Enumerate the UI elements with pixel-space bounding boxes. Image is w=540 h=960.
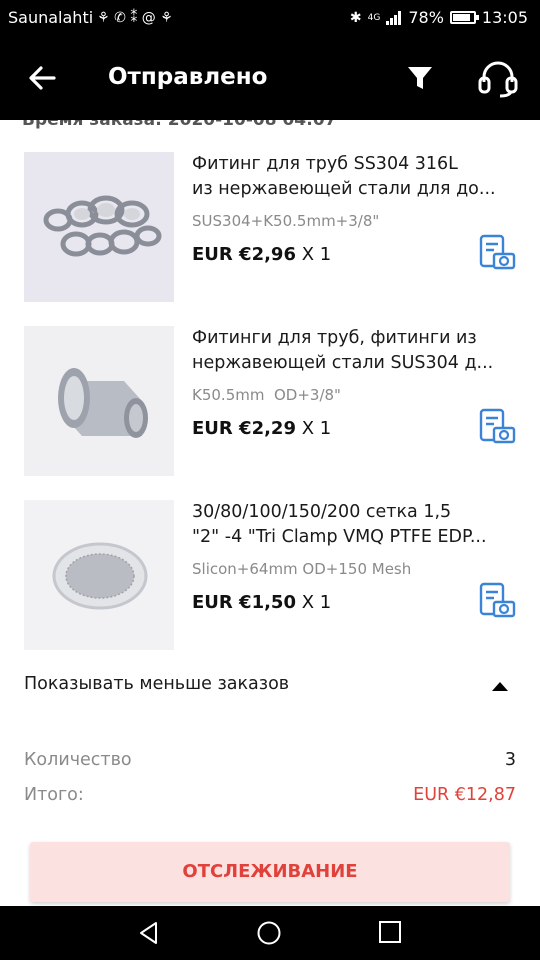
product-image[interactable]: [24, 500, 174, 650]
photo-review-icon[interactable]: [478, 234, 518, 272]
nav-back-icon[interactable]: [136, 920, 162, 946]
clock: 13:05: [481, 8, 528, 27]
nav-home-icon[interactable]: [256, 920, 282, 946]
quantity-row: Количество 3: [24, 750, 516, 770]
product-variant: SUS304+K50.5mm+3/8": [192, 212, 380, 230]
quantity-value: 3: [504, 750, 516, 770]
battery-percent: 78%: [408, 8, 444, 27]
caret-up-icon[interactable]: [492, 682, 508, 691]
filter-icon[interactable]: [406, 64, 434, 92]
network-label: 4G: [367, 12, 381, 23]
notification-icons: ⚘ ✆ ⁑ @ ⚘: [97, 9, 173, 26]
photo-review-icon[interactable]: [478, 582, 518, 620]
product-title[interactable]: Фитинги для труб, фитинги из нержавеющей…: [192, 326, 512, 376]
app-bar: Отправлено: [0, 36, 540, 120]
track-button[interactable]: ОТСЛЕЖИВАНИЕ: [30, 842, 510, 902]
item-price: EUR €2,96: [192, 244, 296, 265]
toggle-label: Показывать меньше заказов: [24, 674, 290, 694]
item-quantity: X 1: [301, 244, 332, 265]
order-item[interactable]: Фитинги для труб, фитинги из нержавеющей…: [0, 326, 540, 476]
price-line: EUR €1,50 X 1: [192, 592, 331, 613]
product-title[interactable]: 30/80/100/150/200 сетка 1,5 "2" -4 "Tri …: [192, 500, 512, 550]
battery-icon: [449, 11, 479, 24]
nav-recent-apps-icon[interactable]: [378, 920, 402, 944]
photo-review-icon[interactable]: [478, 408, 518, 446]
carrier-label: Saunalahti: [8, 8, 94, 27]
signal-icon: [386, 10, 402, 25]
product-title[interactable]: Фитинг для труб SS304 316L из нержавеюще…: [192, 152, 512, 202]
order-item[interactable]: Фитинг для труб SS304 316L из нержавеюще…: [0, 152, 540, 302]
product-variant: K50.5mm OD+3/8": [192, 386, 341, 404]
order-details: Время заказа: 2020-10-08 04:07 Фитинг дл…: [0, 120, 540, 906]
item-price: EUR €1,50: [192, 592, 296, 613]
support-headset-icon[interactable]: [476, 60, 520, 98]
status-bar: Saunalahti ⚘ ✆ ⁑ @ ⚘ ✱ 4G 78% 13:05: [0, 0, 540, 36]
total-row: Итого: EUR €12,87: [24, 785, 516, 805]
quantity-label: Количество: [24, 750, 132, 770]
order-time-cut: Время заказа: 2020-10-08 04:07: [22, 120, 337, 130]
item-quantity: X 1: [301, 592, 332, 613]
price-line: EUR €2,96 X 1: [192, 244, 331, 265]
total-value: EUR €12,87: [413, 785, 516, 805]
price-line: EUR €2,29 X 1: [192, 418, 331, 439]
item-price: EUR €2,29: [192, 418, 296, 439]
total-label: Итого:: [24, 785, 84, 805]
bluetooth-icon: ✱: [349, 9, 362, 26]
product-image[interactable]: [24, 152, 174, 302]
item-quantity: X 1: [301, 418, 332, 439]
system-nav-bar: [0, 906, 540, 960]
product-image[interactable]: [24, 326, 174, 476]
order-item[interactable]: 30/80/100/150/200 сетка 1,5 "2" -4 "Tri …: [0, 500, 540, 650]
product-variant: Slicon+64mm OD+150 Mesh: [192, 560, 412, 578]
back-arrow-icon[interactable]: [24, 60, 60, 96]
show-fewer-orders-toggle[interactable]: Показывать меньше заказов: [24, 674, 516, 706]
page-title: Отправлено: [108, 64, 268, 90]
